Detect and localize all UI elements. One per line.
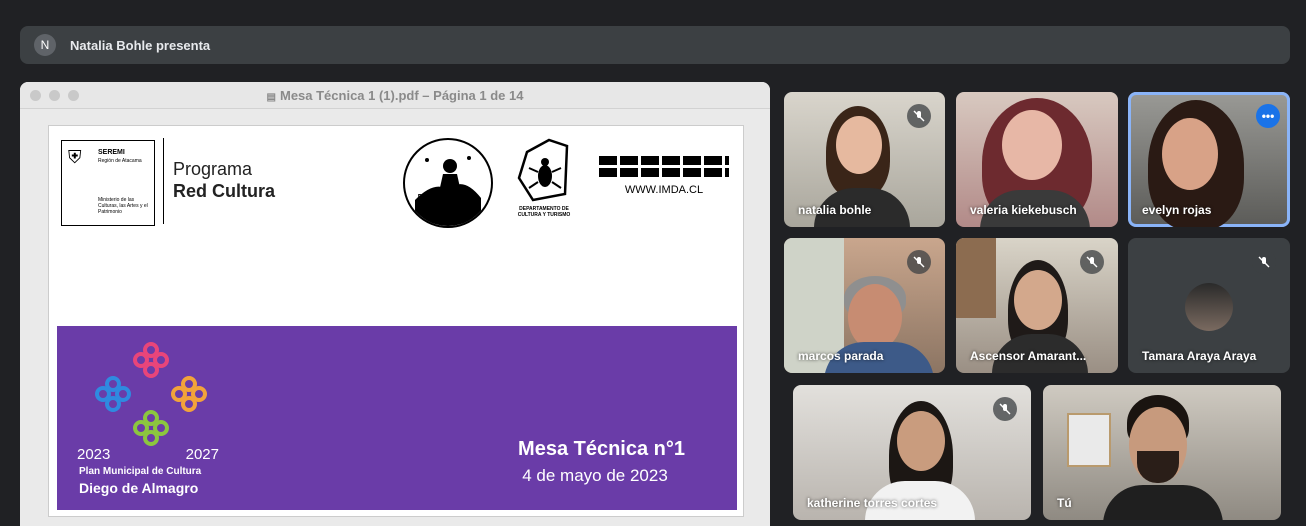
participant-tile[interactable]: marcos parada bbox=[784, 238, 945, 373]
beetle-icon bbox=[517, 138, 569, 202]
presenter-avatar: N bbox=[34, 34, 56, 56]
plan-years: 2023 2027 bbox=[77, 446, 219, 463]
participant-tile[interactable]: valeria kiekebusch bbox=[956, 92, 1118, 227]
program-line1: Programa bbox=[173, 159, 253, 179]
presenter-bar: N Natalia Bohle presenta bbox=[20, 26, 1290, 64]
plan-city: Diego de Almagro bbox=[79, 480, 199, 496]
mic-off-icon bbox=[993, 397, 1017, 421]
participant-tile[interactable]: Ascensor Amarant... bbox=[956, 238, 1118, 373]
department-logo: DEPARTAMENTO DE CULTURA Y TURISMO bbox=[509, 138, 579, 224]
participant-name: katherine torres cortes bbox=[807, 496, 938, 510]
imda-logo: WWW.IMDA.CL bbox=[599, 156, 729, 204]
presenter-title: Natalia Bohle presenta bbox=[70, 37, 211, 53]
seremi-ministry: Ministerio de las Culturas, las Artes y … bbox=[98, 197, 148, 215]
slide-purple-band: 2023 2027 Plan Municipal de Cultura Dieg… bbox=[57, 326, 737, 510]
participant-avatar bbox=[1185, 283, 1233, 331]
diego-almagro-emblem-icon bbox=[415, 156, 481, 226]
year-end: 2027 bbox=[185, 446, 219, 463]
mic-off-icon bbox=[1080, 250, 1104, 274]
year-start: 2023 bbox=[77, 446, 111, 463]
slide-page: ⛨ SEREMI Región de Atacama Ministerio de… bbox=[48, 125, 744, 517]
window-title-text: Mesa Técnica 1 (1).pdf – Página 1 de 14 bbox=[279, 88, 524, 103]
mic-off-icon bbox=[1252, 250, 1276, 274]
participant-tile-active[interactable]: ••• evelyn rojas bbox=[1128, 92, 1290, 227]
participant-tile[interactable]: Tú bbox=[1043, 385, 1281, 520]
participant-tile[interactable]: Tamara Araya Araya bbox=[1128, 238, 1290, 373]
participant-tile[interactable]: natalia bohle bbox=[784, 92, 945, 227]
seremi-logo: ⛨ SEREMI Región de Atacama Ministerio de… bbox=[61, 140, 155, 226]
seremi-title: SEREMI bbox=[98, 149, 125, 156]
pdf-file-icon: ▤ bbox=[266, 92, 276, 103]
department-label: DEPARTAMENTO DE CULTURA Y TURISMO bbox=[517, 206, 571, 218]
program-title: Programa Red Cultura bbox=[173, 158, 275, 202]
participant-name: Ascensor Amarant... bbox=[970, 349, 1087, 363]
chile-shield-icon: ⛨ bbox=[68, 147, 82, 167]
participant-name: valeria kiekebusch bbox=[970, 203, 1077, 217]
mic-off-icon bbox=[907, 250, 931, 274]
window-title: ▤ Mesa Técnica 1 (1).pdf – Página 1 de 14 bbox=[20, 88, 770, 103]
shared-pdf-window: ▤ Mesa Técnica 1 (1).pdf – Página 1 de 14… bbox=[20, 82, 770, 526]
seremi-region: Región de Atacama bbox=[98, 158, 142, 164]
program-line2: Red Cultura bbox=[173, 181, 276, 201]
diego-almagro-logo: DIEGO ALMAGRO bbox=[403, 138, 493, 228]
participant-name: marcos parada bbox=[798, 349, 884, 363]
window-titlebar: ▤ Mesa Técnica 1 (1).pdf – Página 1 de 14 bbox=[20, 82, 770, 109]
divider bbox=[163, 138, 164, 224]
participant-name: Tú bbox=[1057, 496, 1072, 510]
imda-pattern-icon bbox=[599, 156, 729, 178]
participant-name: natalia bohle bbox=[798, 203, 872, 217]
imda-url: WWW.IMDA.CL bbox=[624, 184, 704, 196]
participant-name: evelyn rojas bbox=[1142, 203, 1212, 217]
diego-almagro-logo-text: DIEGO ALMAGRO bbox=[417, 194, 479, 201]
meeting-title: Mesa Técnica n°1 bbox=[518, 438, 685, 460]
more-options-button[interactable]: ••• bbox=[1256, 104, 1280, 128]
participant-name: Tamara Araya Araya bbox=[1142, 349, 1257, 363]
mic-off-icon bbox=[907, 104, 931, 128]
participant-tile[interactable]: katherine torres cortes bbox=[793, 385, 1031, 520]
plan-label: Plan Municipal de Cultura bbox=[79, 466, 202, 477]
meeting-date: 4 de mayo de 2023 bbox=[522, 466, 668, 485]
plan-cultura-logo-icon bbox=[95, 342, 207, 446]
